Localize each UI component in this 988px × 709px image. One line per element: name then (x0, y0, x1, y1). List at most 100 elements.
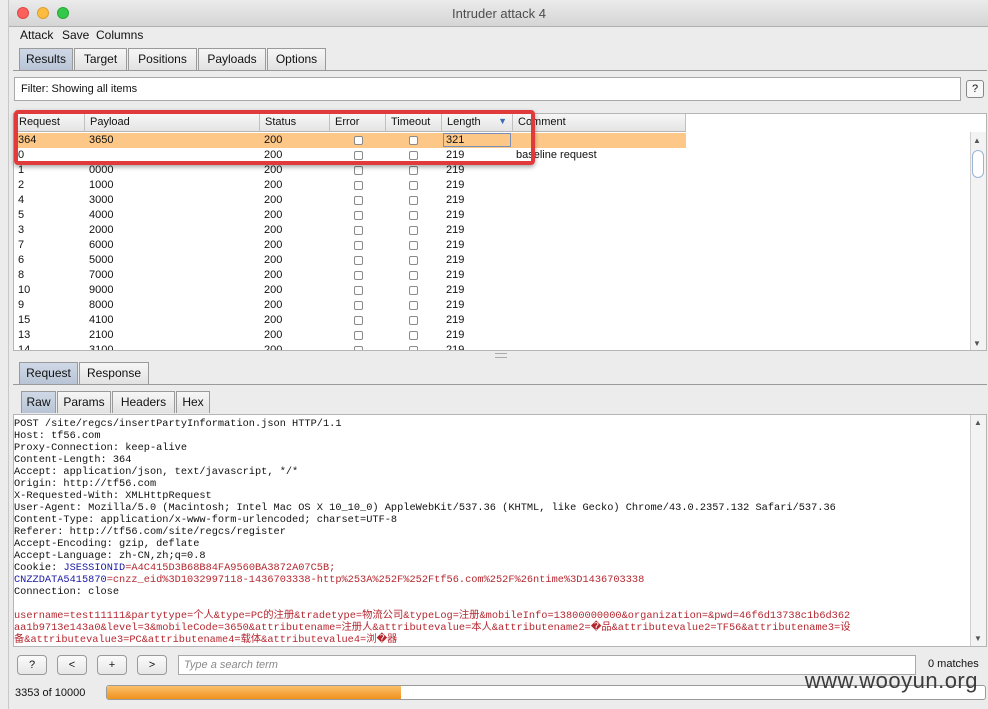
cell-length: 219 (446, 239, 465, 251)
header-line: POST /site/regcs/insertPartyInformation.… (14, 418, 342, 430)
cell-length: 219 (446, 254, 465, 266)
cell-status: 200 (264, 254, 283, 266)
scroll-up-icon[interactable]: ▲ (973, 136, 981, 145)
header-line: Accept: application/json, text/javascrip… (14, 466, 299, 478)
add-button[interactable]: + (97, 655, 127, 675)
error-checkbox (354, 331, 363, 340)
cell-status: 200 (264, 284, 283, 296)
error-checkbox (354, 301, 363, 310)
error-checkbox (354, 346, 363, 350)
watermark: www.wooyun.org (804, 668, 978, 693)
header-line: Accept-Language: zh-CN,zh;q=0.8 (14, 550, 206, 562)
cookie-line-2: CNZZDATA5415870=cnzz_eid%3D1032997118-14… (14, 574, 851, 586)
tab-options[interactable]: Options (267, 48, 326, 70)
table-row[interactable]: 7 6000 200 219 (14, 238, 686, 253)
raw-request-text[interactable]: POST /site/regcs/insertPartyInformation.… (14, 418, 851, 646)
scroll-down-icon[interactable]: ▼ (973, 339, 981, 348)
timeout-checkbox (409, 241, 418, 250)
error-checkbox (354, 196, 363, 205)
col-comment[interactable]: Comment (513, 114, 686, 132)
tab-payloads[interactable]: Payloads (198, 48, 266, 70)
cell-length: 219 (446, 314, 465, 326)
table-row[interactable]: 6 5000 200 219 (14, 253, 686, 268)
scroll-up-icon[interactable]: ▲ (974, 418, 982, 427)
timeout-checkbox (409, 256, 418, 265)
intruder-window: Intruder attack 4 Attack Save Columns Re… (8, 0, 988, 709)
tab-request[interactable]: Request (19, 362, 78, 384)
header-line: Content-Type: application/x-www-form-url… (14, 514, 398, 526)
table-row[interactable]: 5 4000 200 219 (14, 208, 686, 223)
tab-results[interactable]: Results (19, 48, 73, 70)
table-row[interactable]: 3 2000 200 219 (14, 223, 686, 238)
cell-length: 219 (446, 284, 465, 296)
filter-bar[interactable]: Filter: Showing all items (14, 77, 961, 101)
cell-length: 219 (446, 194, 465, 206)
header-line: Origin: http://tf56.com (14, 478, 157, 490)
cell-status: 200 (264, 329, 283, 341)
cell-payload: 0000 (89, 164, 114, 176)
rr-divider (13, 384, 987, 385)
menu-save[interactable]: Save (62, 28, 89, 42)
blank-line: ​ (14, 598, 851, 610)
tab-positions[interactable]: Positions (128, 48, 197, 70)
cell-request: 7 (18, 239, 25, 251)
table-row[interactable]: 13 2100 200 219 (14, 328, 686, 343)
cell-length: 219 (446, 269, 465, 281)
table-row[interactable]: 8 7000 200 219 (14, 268, 686, 283)
error-checkbox (354, 316, 363, 325)
cookie-value: =A4C415D3B68B84FA9560BA3872A07C5B; (125, 562, 336, 574)
cell-length: 219 (446, 224, 465, 236)
help-button[interactable]: ? (17, 655, 47, 675)
scroll-down-icon[interactable]: ▼ (974, 634, 982, 643)
header-line: Accept-Encoding: gzip, deflate (14, 538, 200, 550)
cell-request: 13 (18, 329, 31, 341)
cookie-name: CNZZDATA5415870 (14, 574, 107, 586)
tab-hex[interactable]: Hex (176, 391, 210, 413)
table-row[interactable]: 1 0000 200 219 (14, 163, 686, 178)
cell-request: 15 (18, 314, 31, 326)
tab-response[interactable]: Response (79, 362, 149, 384)
cell-payload: 3100 (89, 344, 114, 351)
split-pane-handle[interactable] (495, 353, 507, 358)
tab-headers[interactable]: Headers (112, 391, 175, 413)
cell-status: 200 (264, 179, 283, 191)
cell-request: 2 (18, 179, 25, 191)
tabs-divider (13, 70, 987, 71)
table-row[interactable]: 15 4100 200 219 (14, 313, 686, 328)
tab-target[interactable]: Target (74, 48, 127, 70)
raw-header-lines: POST /site/regcs/insertPartyInformation.… (14, 418, 851, 562)
cell-length: 219 (446, 179, 465, 191)
cell-payload: 9000 (89, 284, 114, 296)
filter-help-button[interactable]: ? (966, 80, 984, 98)
scroll-thumb[interactable] (972, 150, 984, 178)
tab-raw[interactable]: Raw (21, 391, 56, 413)
raw-request-view[interactable]: POST /site/regcs/insertPartyInformation.… (13, 414, 987, 647)
cell-payload: 2100 (89, 329, 114, 341)
menu-attack[interactable]: Attack (20, 28, 53, 42)
next-button[interactable]: > (137, 655, 167, 675)
cookie-line: Cookie: JSESSIONID=A4C415D3B68B84FA9560B… (14, 562, 851, 574)
menu-columns[interactable]: Columns (96, 28, 143, 42)
cell-payload: 4000 (89, 209, 114, 221)
cell-request: 3 (18, 224, 25, 236)
table-row[interactable]: 14 3100 200 219 (14, 343, 686, 351)
table-row[interactable]: 4 3000 200 219 (14, 193, 686, 208)
timeout-checkbox (409, 346, 418, 350)
table-row[interactable]: 2 1000 200 219 (14, 178, 686, 193)
raw-scrollbar[interactable]: ▲ ▼ (970, 415, 986, 646)
cell-request: 6 (18, 254, 25, 266)
body-line: aa1b9713e143a0&level=3&mobileCode=3650&a… (14, 622, 851, 634)
cell-payload: 3000 (89, 194, 114, 206)
body-line: username=test11111&partytype=个人&type=PC的… (14, 610, 851, 622)
cell-payload: 1000 (89, 179, 114, 191)
timeout-checkbox (409, 331, 418, 340)
table-row[interactable]: 10 9000 200 219 (14, 283, 686, 298)
cell-payload: 7000 (89, 269, 114, 281)
cell-payload: 6000 (89, 239, 114, 251)
previous-button[interactable]: < (57, 655, 87, 675)
table-row[interactable]: 9 8000 200 219 (14, 298, 686, 313)
timeout-checkbox (409, 166, 418, 175)
timeout-checkbox (409, 196, 418, 205)
table-scrollbar[interactable]: ▲ ▼ (970, 132, 986, 350)
tab-params[interactable]: Params (57, 391, 111, 413)
